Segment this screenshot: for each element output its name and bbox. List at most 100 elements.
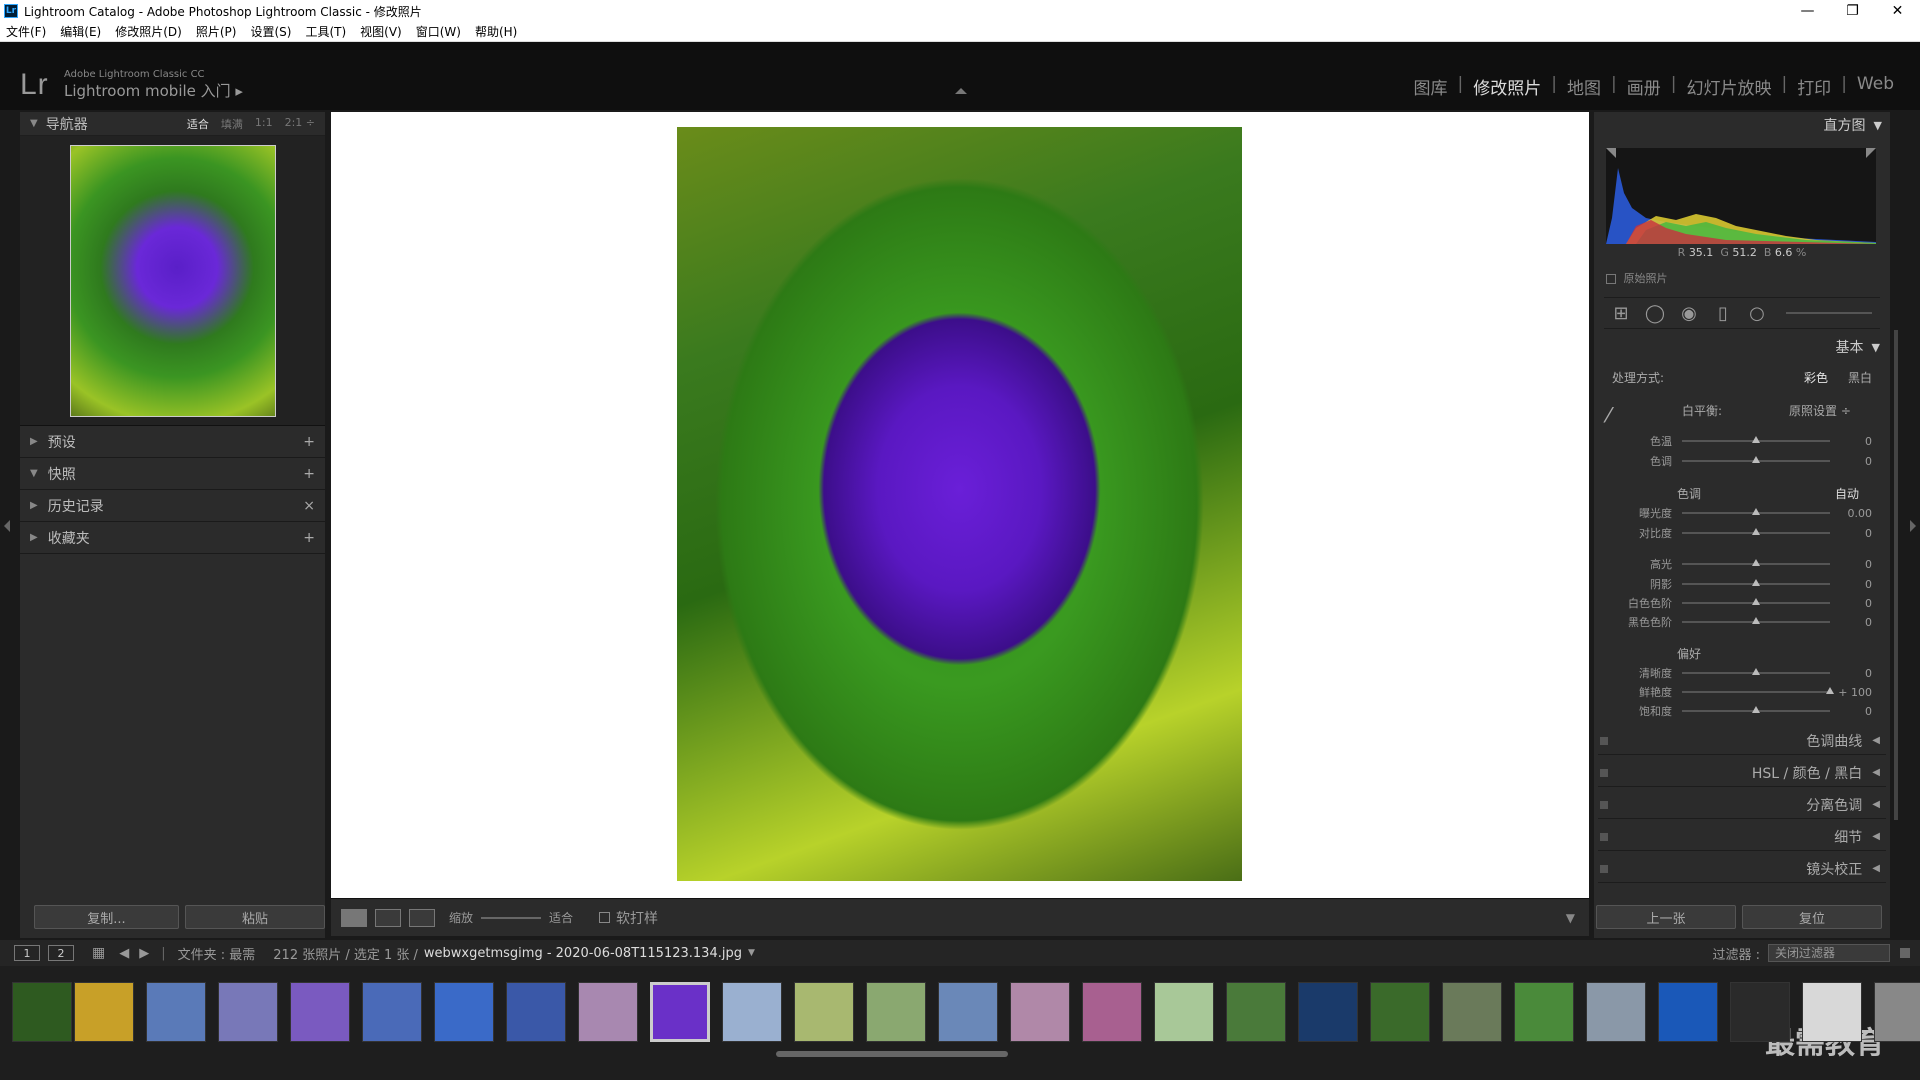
menu-help[interactable]: 帮助(H) bbox=[475, 23, 517, 40]
auto-tone-button[interactable]: 自动 bbox=[1835, 485, 1859, 502]
loupe-view-button[interactable] bbox=[341, 908, 367, 927]
restore-button[interactable]: ❐ bbox=[1830, 0, 1875, 22]
module-library[interactable]: 图库 bbox=[1404, 74, 1458, 99]
filmstrip-thumbnail[interactable] bbox=[1586, 982, 1646, 1042]
filmstrip-thumbnail[interactable] bbox=[362, 982, 422, 1042]
softproof-checkbox[interactable] bbox=[599, 912, 611, 923]
filmstrip-thumbnail[interactable] bbox=[794, 982, 854, 1042]
slider-knob[interactable] bbox=[1752, 668, 1760, 675]
filmstrip-thumbnail[interactable] bbox=[218, 982, 278, 1042]
slider-knob[interactable] bbox=[1826, 687, 1834, 694]
radial-filter-icon[interactable]: ○ bbox=[1746, 302, 1768, 324]
filmstrip-thumbnail[interactable] bbox=[1370, 982, 1430, 1042]
slider-row[interactable]: 清晰度 0 bbox=[1594, 665, 1890, 681]
filmstrip-thumbnail[interactable] bbox=[650, 982, 710, 1042]
copy-settings-button[interactable]: 复制... bbox=[34, 905, 179, 929]
slider-value[interactable]: 0 bbox=[1830, 705, 1872, 718]
previous-button[interactable]: 上一张 bbox=[1596, 905, 1736, 929]
slider-track[interactable] bbox=[1682, 668, 1830, 675]
slider-row[interactable]: 阴影 0 bbox=[1594, 576, 1890, 592]
filmstrip-thumbnail[interactable] bbox=[290, 982, 350, 1042]
menu-photo[interactable]: 照片(P) bbox=[196, 23, 237, 40]
tone-curve-panel-header[interactable]: 色调曲线 ◀ bbox=[1598, 727, 1886, 755]
filmstrip-thumbnail[interactable] bbox=[1442, 982, 1502, 1042]
slider-row[interactable]: 白色色阶 0 bbox=[1594, 595, 1890, 611]
module-map[interactable]: 地图 bbox=[1557, 74, 1611, 99]
slider-row[interactable]: 饱和度 0 bbox=[1594, 703, 1890, 719]
zoom-slider[interactable] bbox=[481, 916, 542, 919]
original-photo-checkbox[interactable] bbox=[1606, 274, 1616, 284]
menu-edit[interactable]: 编辑(E) bbox=[60, 23, 101, 40]
close-button[interactable]: ✕ bbox=[1875, 0, 1920, 22]
slider-knob[interactable] bbox=[1752, 508, 1760, 515]
filmstrip-thumbnail[interactable] bbox=[1874, 982, 1920, 1042]
navigator-thumbnail[interactable] bbox=[69, 144, 276, 417]
module-develop[interactable]: 修改照片 bbox=[1463, 74, 1551, 99]
paste-settings-button[interactable]: 粘贴 bbox=[185, 905, 325, 929]
filmstrip-thumbnail[interactable] bbox=[722, 982, 782, 1042]
secondary-display-button[interactable]: 2 bbox=[48, 945, 74, 961]
slider-row[interactable]: 高光 0 bbox=[1594, 556, 1890, 572]
filmstrip-thumbnail[interactable] bbox=[506, 982, 566, 1042]
forward-arrow-icon[interactable]: ▶ bbox=[139, 946, 149, 961]
source-label[interactable]: 文件夹 : 最需 bbox=[178, 944, 256, 963]
filmstrip-thumbnail[interactable] bbox=[1226, 982, 1286, 1042]
filmstrip-thumbnail[interactable] bbox=[578, 982, 638, 1042]
filmstrip-thumbnail[interactable] bbox=[74, 982, 134, 1042]
filmstrip-thumbnail[interactable] bbox=[146, 982, 206, 1042]
menu-view[interactable]: 视图(V) bbox=[360, 23, 402, 40]
slider-knob[interactable] bbox=[1752, 528, 1760, 535]
menu-develop[interactable]: 修改照片(D) bbox=[115, 23, 182, 40]
slider-value[interactable]: 0 bbox=[1830, 616, 1872, 629]
slider-track[interactable] bbox=[1682, 559, 1830, 566]
filmstrip-thumbnail[interactable] bbox=[866, 982, 926, 1042]
add-snapshot-icon[interactable]: + bbox=[303, 466, 315, 482]
right-panel-toggle-icon[interactable] bbox=[1910, 520, 1916, 532]
slider-knob[interactable] bbox=[1752, 579, 1760, 586]
module-print[interactable]: 打印 bbox=[1787, 74, 1841, 99]
filter-lock-icon[interactable] bbox=[1900, 948, 1910, 958]
snapshots-panel-header[interactable]: ▼ 快照 + bbox=[20, 458, 325, 490]
treatment-bw[interactable]: 黑白 bbox=[1848, 369, 1872, 386]
nav-1to1[interactable]: 1:1 bbox=[255, 116, 273, 132]
menu-window[interactable]: 窗口(W) bbox=[416, 23, 461, 40]
filmstrip-thumbnail[interactable] bbox=[1802, 982, 1862, 1042]
slider-knob[interactable] bbox=[1752, 559, 1760, 566]
before-after-lr-button[interactable] bbox=[375, 908, 401, 927]
crop-icon[interactable]: ⊞ bbox=[1610, 302, 1632, 324]
toolbar-menu-chevron-icon[interactable]: ▼ bbox=[1566, 911, 1575, 925]
white-balance-picker-icon[interactable]: ⁄ bbox=[1607, 403, 1610, 427]
minimize-button[interactable]: — bbox=[1785, 0, 1830, 22]
slider-value[interactable]: 0 bbox=[1830, 597, 1872, 610]
slider-knob[interactable] bbox=[1752, 456, 1760, 463]
grid-view-icon[interactable]: ▦ bbox=[92, 945, 105, 961]
treatment-color[interactable]: 彩色 bbox=[1804, 369, 1828, 386]
module-web[interactable]: Web bbox=[1847, 74, 1904, 99]
filename[interactable]: webwxgetmsgimg - 2020-06-08T115123.134.j… bbox=[424, 946, 742, 961]
right-panel-scrollbar[interactable] bbox=[1894, 330, 1898, 820]
nav-2to1[interactable]: 2:1 ÷ bbox=[285, 116, 315, 132]
filmstrip-thumbnail[interactable] bbox=[1298, 982, 1358, 1042]
original-photo-toggle[interactable]: 原始照片 bbox=[1606, 270, 1668, 286]
module-slideshow[interactable]: 幻灯片放映 bbox=[1676, 74, 1781, 99]
slider-track[interactable] bbox=[1682, 706, 1830, 713]
slider-knob[interactable] bbox=[1752, 436, 1760, 443]
detail-panel-header[interactable]: 细节 ◀ bbox=[1598, 823, 1886, 851]
slider-track[interactable] bbox=[1682, 687, 1834, 694]
collapse-top-arrow-icon[interactable] bbox=[955, 88, 967, 94]
slider-row[interactable]: 色温 0 bbox=[1594, 433, 1890, 449]
histogram-graph[interactable] bbox=[1606, 148, 1876, 244]
before-after-tb-button[interactable] bbox=[409, 908, 435, 927]
slider-value[interactable]: 0 bbox=[1830, 435, 1872, 448]
graduated-filter-icon[interactable]: ▯ bbox=[1712, 302, 1734, 324]
slider-knob[interactable] bbox=[1752, 598, 1760, 605]
filmstrip-thumbnail[interactable] bbox=[434, 982, 494, 1042]
menu-file[interactable]: 文件(F) bbox=[6, 23, 46, 40]
slider-row[interactable]: 曝光度 0.00 bbox=[1594, 505, 1890, 521]
back-arrow-icon[interactable]: ◀ bbox=[119, 946, 129, 961]
primary-display-button[interactable]: 1 bbox=[14, 945, 40, 961]
slider-knob[interactable] bbox=[1752, 617, 1760, 624]
slider-track[interactable] bbox=[1682, 436, 1830, 443]
add-collection-icon[interactable]: + bbox=[303, 530, 315, 546]
slider-track[interactable] bbox=[1682, 528, 1830, 535]
